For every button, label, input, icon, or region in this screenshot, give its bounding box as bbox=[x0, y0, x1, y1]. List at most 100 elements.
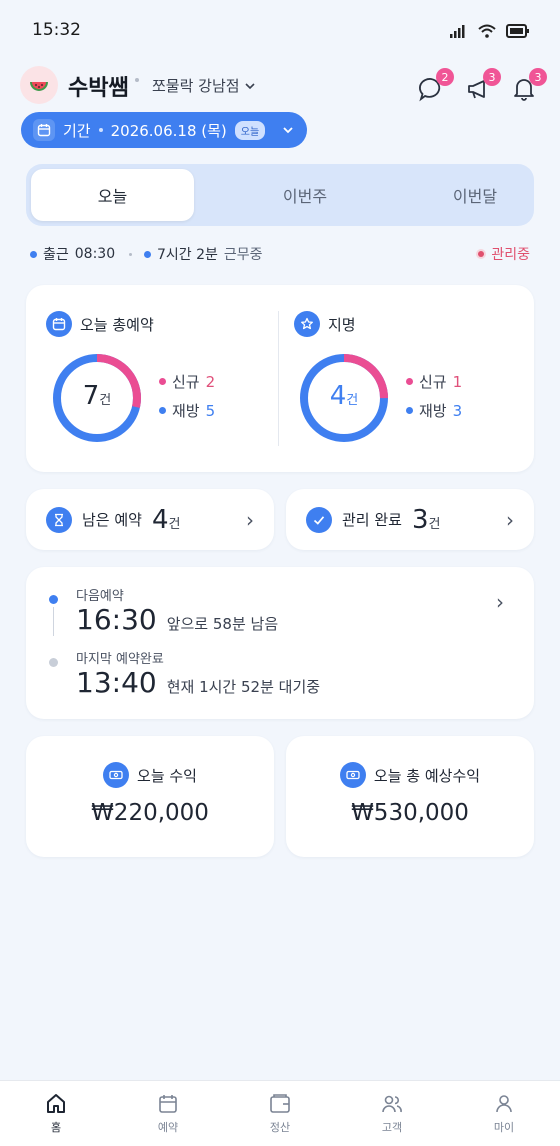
chevron-right-icon: › bbox=[496, 590, 504, 614]
duration-dot bbox=[144, 250, 151, 258]
next-time: 16:30 bbox=[76, 603, 157, 636]
tab-this-week[interactable]: 이번주 bbox=[220, 169, 390, 221]
work-status-text: 근무중 bbox=[223, 247, 263, 263]
hourglass-icon bbox=[46, 506, 72, 533]
notification-badge: 3 bbox=[529, 68, 547, 86]
named-return-legend: 재방 3 bbox=[406, 400, 462, 421]
status-icons bbox=[450, 24, 530, 38]
legend-label: 재방 bbox=[172, 402, 200, 420]
chevron-right-icon: › bbox=[246, 507, 254, 532]
expected-revenue-header: 오늘 총 예상수익 bbox=[286, 762, 534, 788]
nav-settlement[interactable]: 정산 bbox=[224, 1081, 336, 1146]
blue-dot bbox=[159, 407, 166, 414]
nav-settlement-label: 정산 bbox=[269, 1121, 291, 1134]
shop-name: 수박쌤 bbox=[68, 76, 129, 101]
legend-label: 신규 bbox=[172, 373, 200, 391]
branch-selector[interactable]: 쪼물락 강남점 bbox=[152, 75, 256, 96]
calendar-icon bbox=[159, 1095, 177, 1113]
status-time: 15:32 bbox=[32, 20, 81, 40]
notification-button[interactable]: 3 bbox=[511, 68, 547, 104]
money-icon bbox=[103, 762, 130, 788]
total-new-legend: 신규 2 bbox=[159, 371, 215, 392]
last-note: 현재 1시간 52분 대기중 bbox=[166, 678, 321, 696]
last-time: 13:40 bbox=[76, 666, 157, 699]
announcement-button[interactable]: 3 bbox=[465, 68, 501, 104]
message-badge: 2 bbox=[436, 68, 454, 86]
tab-today[interactable]: 오늘 bbox=[31, 169, 194, 221]
total-count: 7건 bbox=[82, 381, 112, 411]
clock-in-time: 08:30 bbox=[74, 246, 116, 262]
tab-this-month[interactable]: 이번달 bbox=[390, 169, 560, 221]
separator-dot bbox=[135, 78, 139, 82]
branch-name: 쪼물락 강남점 bbox=[152, 77, 240, 95]
today-chip: 오늘 bbox=[234, 120, 266, 140]
named-new-legend: 신규 1 bbox=[406, 371, 462, 392]
next-label: 다음예약 bbox=[76, 589, 124, 604]
last-reservation: 13:40 현재 1시간 52분 대기중 bbox=[76, 666, 320, 699]
timeline-dot-next bbox=[49, 595, 58, 604]
chevron-down-icon bbox=[283, 127, 293, 134]
nav-customer-label: 고객 bbox=[381, 1121, 403, 1134]
status-dot bbox=[476, 249, 487, 259]
schedule-card[interactable]: 다음예약 16:30 앞으로 58분 남음 › 마지막 예약완료 13:40 현… bbox=[26, 567, 534, 719]
expected-revenue-card: 오늘 총 예상수익 ₩530,000 bbox=[286, 736, 534, 857]
timeline-line bbox=[53, 607, 54, 636]
bottom-nav: 홈 예약 정산 고객 마이 bbox=[0, 1080, 560, 1146]
pink-dot bbox=[406, 378, 413, 385]
star-icon bbox=[294, 311, 320, 337]
avatar[interactable] bbox=[20, 66, 58, 104]
legend-value: 1 bbox=[452, 372, 463, 391]
money-icon bbox=[339, 762, 366, 788]
chevron-down-icon bbox=[245, 82, 255, 89]
today-revenue-label: 오늘 수익 bbox=[137, 766, 197, 785]
expected-revenue-value: ₩530,000 bbox=[351, 800, 469, 826]
period-dot bbox=[98, 128, 103, 132]
nav-home[interactable]: 홈 bbox=[0, 1081, 112, 1146]
announcement-badge: 3 bbox=[483, 68, 501, 86]
clock-in-label: 출근 bbox=[43, 247, 69, 263]
last-label: 마지막 예약완료 bbox=[76, 652, 164, 667]
clock-in-dot bbox=[30, 250, 37, 258]
status-label: 관리중 bbox=[491, 247, 530, 263]
completed-card[interactable]: 관리 완료 3건 › bbox=[286, 489, 534, 550]
nav-reservation-label: 예약 bbox=[157, 1121, 179, 1134]
named-count: 4건 bbox=[329, 381, 359, 411]
expected-revenue-label: 오늘 총 예상수익 bbox=[373, 766, 481, 785]
wifi-icon bbox=[478, 24, 496, 38]
calendar-icon bbox=[33, 119, 55, 141]
signal-icon bbox=[450, 25, 465, 38]
period-tabs: 오늘 이번주 이번달 bbox=[26, 164, 534, 226]
reservation-summary-card: 오늘 총예약 7건 신규 2 재방 5 지명 4건 신규 1 재방 3 bbox=[26, 285, 534, 472]
legend-label: 신규 bbox=[419, 373, 447, 391]
legend-label: 재방 bbox=[419, 402, 447, 420]
nav-customer[interactable]: 고객 bbox=[336, 1081, 448, 1146]
watermelon-icon bbox=[30, 82, 48, 91]
divider bbox=[278, 311, 279, 446]
user-icon bbox=[496, 1095, 512, 1113]
separator-dot bbox=[129, 253, 132, 256]
total-reservations-header: 오늘 총예약 bbox=[46, 311, 154, 337]
timeline-dot-last bbox=[49, 658, 58, 667]
chevron-right-icon: › bbox=[506, 507, 514, 532]
calendar-icon bbox=[46, 311, 72, 337]
named-header: 지명 bbox=[294, 311, 356, 337]
pink-dot bbox=[159, 378, 166, 385]
named-donut: 4건 bbox=[297, 351, 391, 445]
remaining-reservations-card[interactable]: 남은 예약 4건 › bbox=[26, 489, 274, 550]
next-reservation: 16:30 앞으로 58분 남음 bbox=[76, 603, 278, 636]
message-button[interactable]: 2 bbox=[418, 68, 454, 104]
legend-value: 3 bbox=[452, 401, 463, 420]
period-selector[interactable]: 기간 2026.06.18 (목) 오늘 bbox=[21, 112, 307, 148]
check-icon bbox=[306, 506, 332, 533]
clock-in-info: 출근 08:30 bbox=[30, 244, 115, 264]
status-badge: 관리중 bbox=[476, 244, 530, 264]
today-revenue-card: 오늘 수익 ₩220,000 bbox=[26, 736, 274, 857]
blue-dot bbox=[406, 407, 413, 414]
period-label: 기간 bbox=[63, 121, 91, 140]
nav-my[interactable]: 마이 bbox=[448, 1081, 560, 1146]
nav-reservation[interactable]: 예약 bbox=[112, 1081, 224, 1146]
named-title: 지명 bbox=[328, 315, 356, 334]
completed-label: 관리 완료 bbox=[342, 511, 402, 529]
remaining-count: 4건 bbox=[151, 504, 181, 535]
battery-icon bbox=[506, 24, 529, 38]
